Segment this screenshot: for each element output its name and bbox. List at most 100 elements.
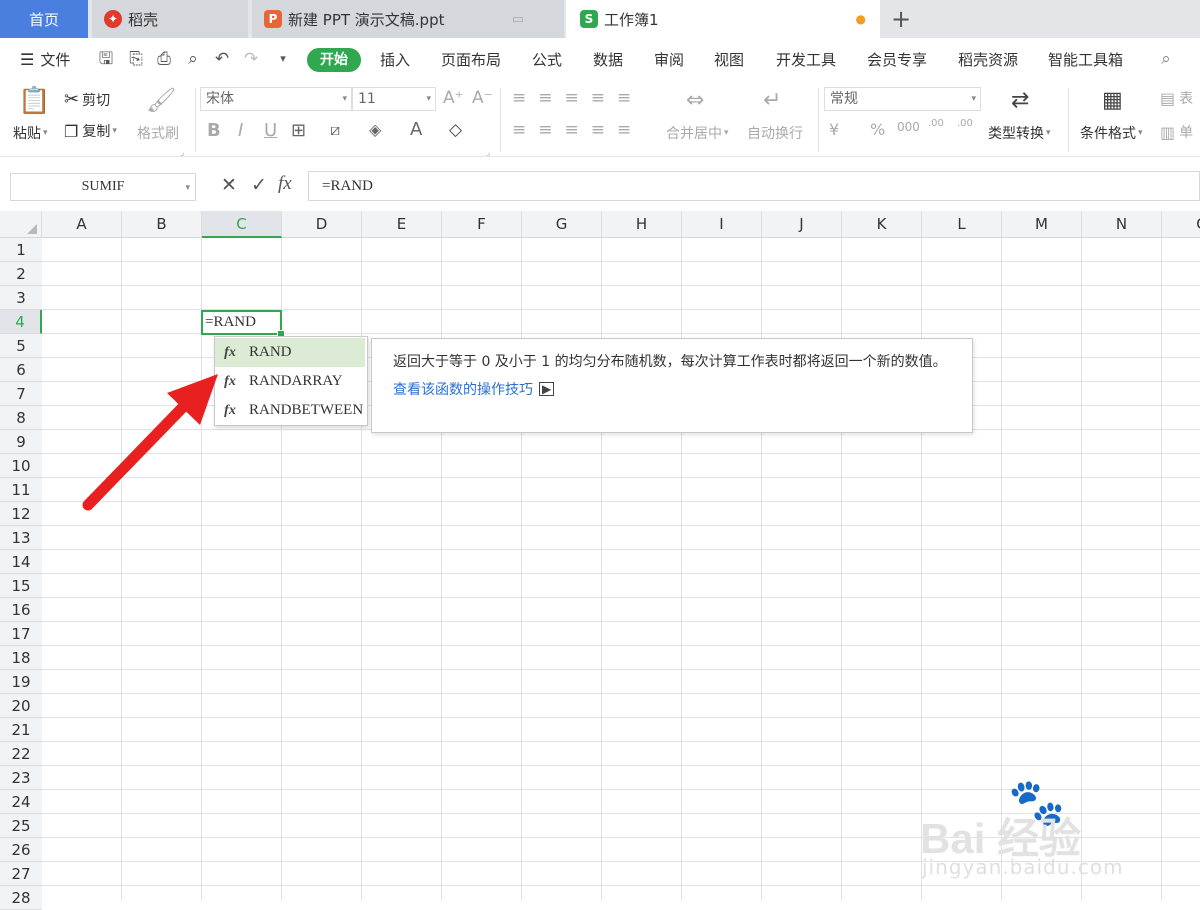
menu-review[interactable]: 审阅 bbox=[654, 50, 684, 70]
row-header-10[interactable]: 11 bbox=[0, 478, 42, 502]
decrease-decimal-icon[interactable]: .00 bbox=[957, 118, 973, 129]
active-cell-editor[interactable]: =RAND bbox=[201, 310, 282, 335]
menu-insert[interactable]: 插入 bbox=[380, 50, 410, 70]
font-color-icon[interactable]: A bbox=[410, 119, 422, 140]
column-header-7[interactable]: H bbox=[602, 211, 682, 238]
column-header-13[interactable]: N bbox=[1082, 211, 1162, 238]
column-header-6[interactable]: G bbox=[522, 211, 602, 238]
row-header-6[interactable]: 7 bbox=[0, 382, 42, 406]
row-header-25[interactable]: 26 bbox=[0, 838, 42, 862]
column-header-4[interactable]: E bbox=[362, 211, 442, 238]
menu-data[interactable]: 数据 bbox=[593, 50, 623, 70]
underline-icon[interactable]: U bbox=[264, 120, 277, 141]
chevron-down-icon[interactable]: ▾ bbox=[272, 48, 294, 70]
tab-docer[interactable]: ✦ 稻壳 bbox=[92, 0, 248, 38]
menu-start[interactable]: 开始 bbox=[307, 48, 361, 72]
brush-icon[interactable]: 🖌 bbox=[146, 86, 176, 114]
column-header-5[interactable]: F bbox=[442, 211, 522, 238]
new-tab-button[interactable]: + bbox=[886, 0, 916, 38]
save-icon[interactable]: 🖫 bbox=[95, 48, 117, 70]
function-tips-link[interactable]: 查看该函数的操作技巧 ▶ bbox=[393, 379, 952, 399]
cell-style-button[interactable]: ▥ 单 bbox=[1160, 122, 1193, 142]
type-convert-icon[interactable]: ⇄ bbox=[1011, 88, 1029, 113]
row-header-5[interactable]: 6 bbox=[0, 358, 42, 382]
align-top-icons[interactable]: ≡≡≡≡≡ bbox=[512, 88, 643, 108]
row-header-0[interactable]: 1 bbox=[0, 238, 42, 262]
merge-center-icon[interactable]: ⇔ bbox=[686, 88, 704, 113]
column-header-2[interactable]: C bbox=[202, 211, 282, 238]
wrap-text-icon[interactable]: ↵ bbox=[763, 88, 781, 113]
conditional-format-icon[interactable]: ▦ bbox=[1102, 88, 1123, 113]
column-header-12[interactable]: M bbox=[1002, 211, 1082, 238]
row-header-26[interactable]: 27 bbox=[0, 862, 42, 886]
row-header-8[interactable]: 9 bbox=[0, 430, 42, 454]
menu-member[interactable]: 会员专享 bbox=[867, 50, 927, 70]
eraser-icon[interactable]: ◇ bbox=[449, 120, 462, 140]
row-header-21[interactable]: 22 bbox=[0, 742, 42, 766]
column-header-14[interactable]: C bbox=[1162, 211, 1200, 238]
export-pdf-icon[interactable]: ⎘ bbox=[125, 48, 147, 70]
tab-ppt[interactable]: P 新建 PPT 演示文稿.ppt ▭ bbox=[252, 0, 564, 38]
column-header-11[interactable]: L bbox=[922, 211, 1002, 238]
border-icon[interactable]: ⊞ bbox=[291, 120, 306, 141]
merge-center-button[interactable]: 合并居中 ▾ bbox=[666, 123, 729, 143]
name-box[interactable]: SUMIF ▾ bbox=[10, 173, 196, 201]
row-header-20[interactable]: 21 bbox=[0, 718, 42, 742]
format-painter-button[interactable]: 格式刷 bbox=[137, 123, 179, 143]
cancel-icon[interactable]: ✕ bbox=[221, 174, 237, 196]
row-header-7[interactable]: 8 bbox=[0, 406, 42, 430]
column-header-10[interactable]: K bbox=[842, 211, 922, 238]
row-header-22[interactable]: 23 bbox=[0, 766, 42, 790]
select-all-button[interactable] bbox=[0, 211, 42, 238]
row-header-4[interactable]: 5 bbox=[0, 334, 42, 358]
copy-button[interactable]: ❐ 复制 ▾ bbox=[64, 121, 117, 141]
row-header-3[interactable]: 4 bbox=[0, 310, 42, 334]
monitor-icon[interactable]: ▭ bbox=[512, 12, 524, 27]
redo-icon[interactable]: ↷ bbox=[240, 48, 262, 70]
formula-input[interactable]: =RAND bbox=[308, 171, 1200, 201]
column-header-0[interactable]: A bbox=[42, 211, 122, 238]
row-header-2[interactable]: 3 bbox=[0, 286, 42, 310]
row-header-9[interactable]: 10 bbox=[0, 454, 42, 478]
print-preview-icon[interactable]: ⌕ bbox=[182, 48, 204, 70]
italic-icon[interactable]: I bbox=[238, 120, 243, 141]
column-header-3[interactable]: D bbox=[282, 211, 362, 238]
bold-icon[interactable]: B bbox=[207, 120, 221, 141]
tab-workbook[interactable]: S 工作簿1 ● bbox=[566, 0, 880, 38]
row-header-13[interactable]: 14 bbox=[0, 550, 42, 574]
row-header-14[interactable]: 15 bbox=[0, 574, 42, 598]
row-header-18[interactable]: 19 bbox=[0, 670, 42, 694]
increase-font-icon[interactable]: A⁺ bbox=[443, 88, 464, 108]
column-header-1[interactable]: B bbox=[122, 211, 202, 238]
align-left-icons[interactable]: ≡≡≡≡≡ bbox=[512, 120, 643, 140]
menu-page-layout[interactable]: 页面布局 bbox=[441, 50, 501, 70]
row-header-12[interactable]: 13 bbox=[0, 526, 42, 550]
row-header-15[interactable]: 16 bbox=[0, 598, 42, 622]
menu-formula[interactable]: 公式 bbox=[532, 50, 562, 70]
row-header-27[interactable]: 28 bbox=[0, 886, 42, 910]
menu-developer[interactable]: 开发工具 bbox=[776, 50, 836, 70]
confirm-icon[interactable]: ✓ bbox=[251, 174, 267, 196]
column-header-8[interactable]: I bbox=[682, 211, 762, 238]
autocomplete-item-randarray[interactable]: fx RANDARRAY bbox=[215, 367, 365, 396]
undo-icon[interactable]: ↶ bbox=[211, 48, 233, 70]
conditional-format-button[interactable]: 条件格式 ▾ bbox=[1080, 123, 1143, 143]
menu-docer-resources[interactable]: 稻壳资源 bbox=[958, 50, 1018, 70]
tab-home[interactable]: 首页 bbox=[0, 0, 88, 38]
column-header-9[interactable]: J bbox=[762, 211, 842, 238]
row-header-24[interactable]: 25 bbox=[0, 814, 42, 838]
row-header-19[interactable]: 20 bbox=[0, 694, 42, 718]
row-header-11[interactable]: 12 bbox=[0, 502, 42, 526]
increase-decimal-icon[interactable]: .00 bbox=[928, 118, 944, 129]
fill-style-icon[interactable]: ⧄ bbox=[330, 120, 340, 140]
currency-icon[interactable]: ¥ bbox=[829, 120, 839, 139]
file-menu[interactable]: ☰ 文件 bbox=[20, 50, 70, 70]
decrease-font-icon[interactable]: A⁻ bbox=[472, 88, 493, 108]
row-header-23[interactable]: 24 bbox=[0, 790, 42, 814]
row-header-16[interactable]: 17 bbox=[0, 622, 42, 646]
menu-smart-toolbox[interactable]: 智能工具箱 bbox=[1048, 50, 1123, 70]
paste-button[interactable]: 粘贴 ▾ bbox=[13, 123, 48, 143]
fill-color-icon[interactable]: ◈ bbox=[369, 120, 381, 139]
search-icon[interactable]: ⌕ bbox=[1155, 48, 1177, 70]
cut-button[interactable]: ✂ 剪切 bbox=[64, 89, 110, 110]
